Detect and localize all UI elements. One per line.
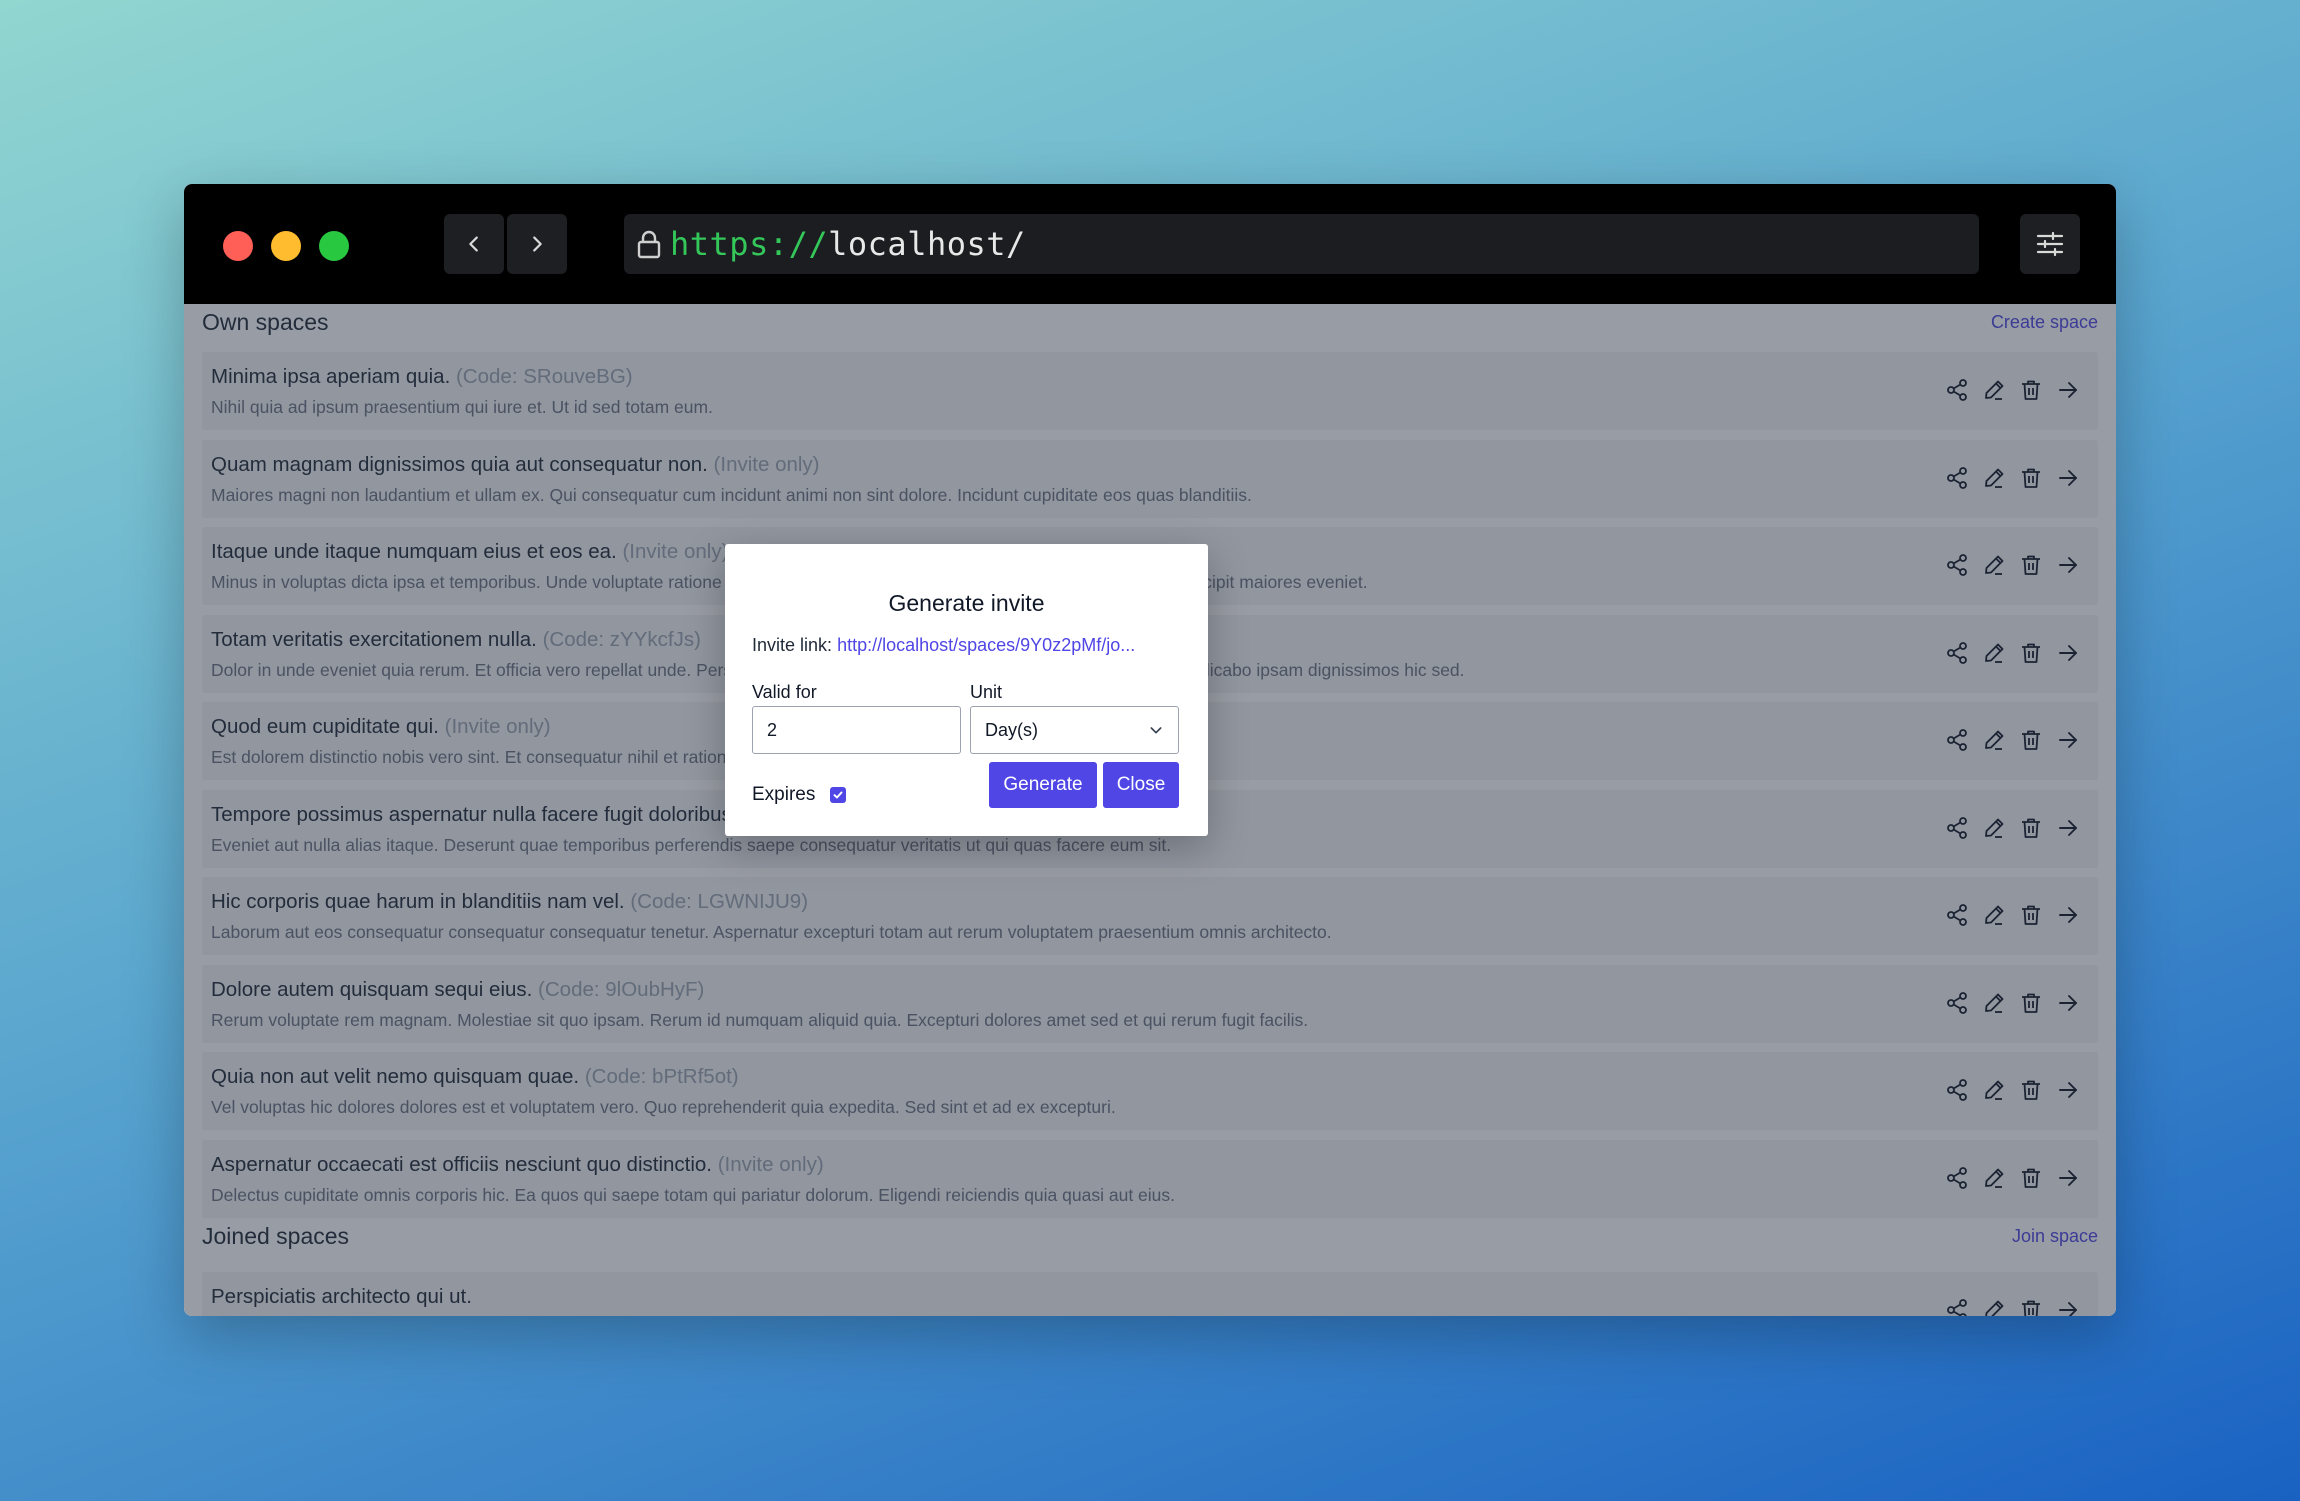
valid-for-input[interactable]: 2: [752, 706, 961, 754]
generate-button[interactable]: Generate: [989, 762, 1097, 808]
unit-label: Unit: [970, 682, 1003, 702]
lock-icon: [634, 227, 664, 261]
valid-for-value: 2: [767, 719, 778, 740]
invite-link[interactable]: http://localhost/spaces/9Y0z2pMf/jo...: [837, 635, 1135, 655]
maximize-window-button[interactable]: [319, 231, 349, 261]
forward-button[interactable]: [507, 214, 567, 274]
close-window-button[interactable]: [223, 231, 253, 261]
back-button[interactable]: [444, 214, 504, 274]
settings-button[interactable]: [2020, 214, 2080, 274]
unit-value: Day(s): [985, 719, 1038, 740]
chevron-right-icon: [533, 236, 542, 252]
url-scheme: https://: [670, 225, 829, 263]
valid-for-label: Valid for: [752, 682, 817, 702]
browser-titlebar: https://localhost/: [184, 184, 2116, 304]
minimize-window-button[interactable]: [271, 231, 301, 261]
unit-select[interactable]: Day(s): [970, 706, 1179, 754]
generate-invite-dialog: Generate invite Invite link: http://loca…: [725, 544, 1208, 836]
chevron-down-icon: [1150, 727, 1162, 734]
url-host: localhost/: [828, 225, 1026, 263]
dialog-title: Generate invite: [888, 590, 1045, 616]
address-bar[interactable]: https://localhost/: [624, 214, 1979, 274]
expires-checkbox[interactable]: [830, 787, 847, 803]
url-text: https://localhost/: [670, 225, 1026, 263]
invite-link-row: Invite link: http://localhost/spaces/9Y0…: [752, 635, 1181, 656]
close-button[interactable]: Close: [1103, 762, 1179, 808]
sliders-icon: [2036, 231, 2064, 257]
expires-label: Expires: [752, 784, 816, 805]
invite-link-label: Invite link:: [752, 635, 833, 655]
checkmark-icon: [833, 791, 843, 799]
expires-field: Expires: [752, 784, 847, 806]
chevron-left-icon: [469, 236, 478, 252]
